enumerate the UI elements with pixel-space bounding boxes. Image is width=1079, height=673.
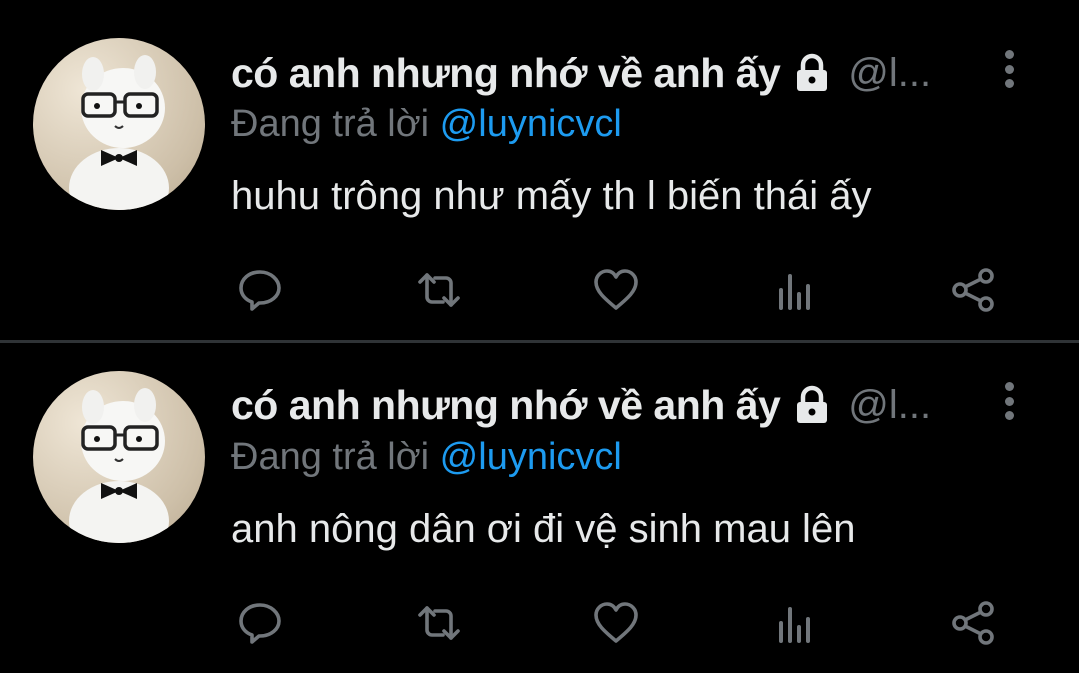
reply-mention-link[interactable]: @luynicvcl — [440, 436, 622, 478]
reply-icon[interactable] — [232, 595, 288, 651]
author-name[interactable]: có anh nhưng nhớ về anh ấy — [231, 382, 781, 429]
reply-prefix: Đang trả lời — [231, 436, 430, 478]
lock-icon — [790, 383, 834, 427]
tweet-text: anh nông dân ơi đi vệ sinh mau lên — [231, 507, 856, 551]
lock-icon — [790, 51, 834, 95]
tweet-text: huhu trông như mấy th l biến thái ấy — [231, 174, 872, 218]
share-icon[interactable] — [945, 595, 1001, 651]
reply-icon[interactable] — [232, 262, 288, 318]
alpaca-avatar-image — [69, 388, 169, 543]
more-vertical-icon[interactable] — [994, 376, 1024, 426]
tweet-actions — [0, 262, 1079, 318]
share-icon[interactable] — [945, 262, 1001, 318]
author-handle[interactable]: @l... — [848, 51, 931, 96]
author-handle[interactable]: @l... — [848, 383, 931, 428]
retweet-icon[interactable] — [411, 595, 467, 651]
heart-icon[interactable] — [588, 595, 644, 651]
avatar[interactable] — [33, 371, 205, 543]
views-icon[interactable] — [767, 595, 823, 651]
views-icon[interactable] — [767, 262, 823, 318]
reply-mention-link[interactable]: @luynicvcl — [440, 103, 622, 145]
tweet[interactable]: có anh nhưng nhớ về anh ấy @l... Đang tr… — [0, 0, 1079, 330]
alpaca-avatar-image — [69, 55, 169, 210]
retweet-icon[interactable] — [411, 262, 467, 318]
heart-icon[interactable] — [588, 262, 644, 318]
more-vertical-icon[interactable] — [994, 44, 1024, 94]
tweet-header: có anh nhưng nhớ về anh ấy @l... — [231, 48, 931, 98]
tweet-actions — [0, 595, 1079, 651]
tweet-header: có anh nhưng nhớ về anh ấy @l... — [231, 380, 931, 430]
author-name[interactable]: có anh nhưng nhớ về anh ấy — [231, 50, 781, 97]
replying-to: Đang trả lời @luynicvcl — [231, 436, 622, 479]
tweet[interactable]: có anh nhưng nhớ về anh ấy @l... Đang tr… — [0, 343, 1079, 673]
avatar[interactable] — [33, 38, 205, 210]
replying-to: Đang trả lời @luynicvcl — [231, 103, 622, 146]
reply-prefix: Đang trả lời — [231, 103, 430, 145]
